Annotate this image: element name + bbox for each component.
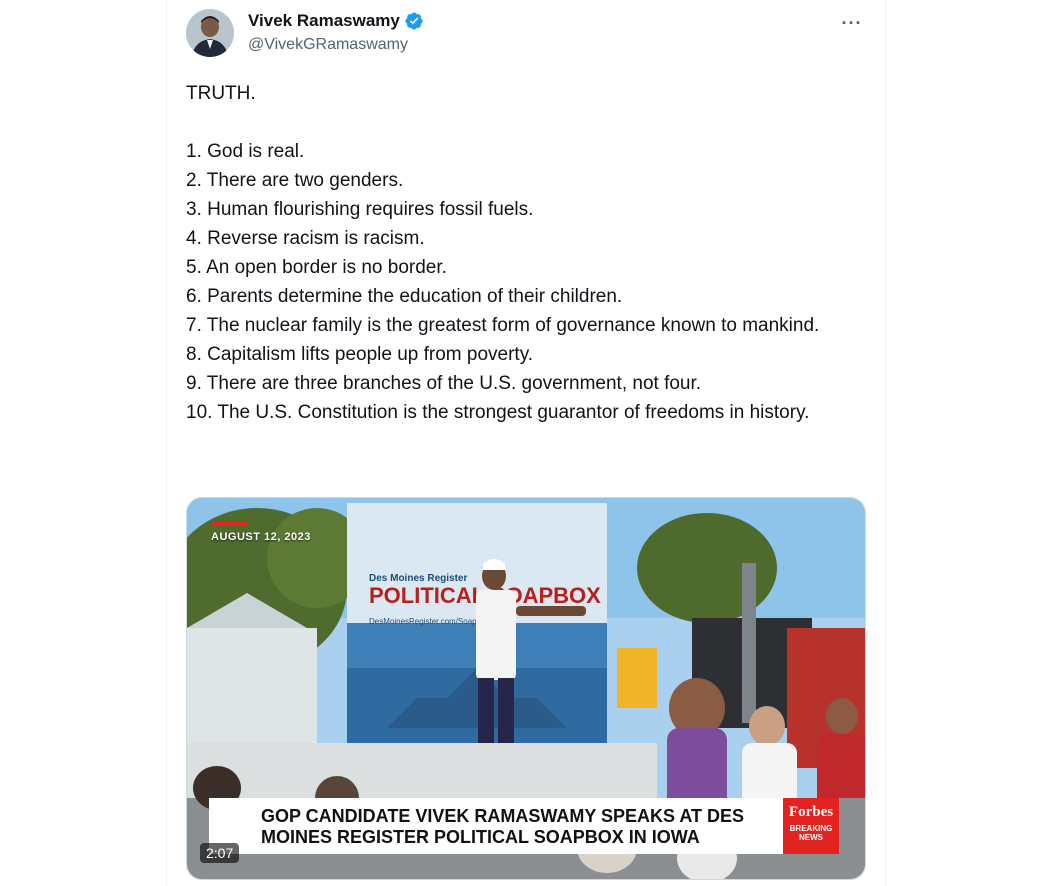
video-player[interactable]: Des Moines Register POLITICAL SOAPBOX De… bbox=[186, 497, 866, 880]
video-date-overlay: AUGUST 12, 2023 bbox=[211, 531, 311, 543]
lower-third-banner: GOP CANDIDATE VIVEK RAMASWAMY SPEAKS AT … bbox=[209, 798, 789, 854]
forbes-breaking-news-logo: Forbes BREAKING NEWS bbox=[783, 798, 839, 854]
more-options-icon[interactable]: ··· bbox=[839, 10, 865, 36]
author-avatar[interactable] bbox=[186, 9, 234, 57]
forbes-breaking-news: BREAKING NEWS bbox=[789, 824, 833, 842]
video-headline: GOP CANDIDATE VIVEK RAMASWAMY SPEAKS AT … bbox=[261, 806, 745, 847]
author-display-name[interactable]: Vivek Ramaswamy bbox=[248, 11, 400, 31]
author-handle[interactable]: @VivekGRamaswamy bbox=[248, 36, 408, 54]
tweet-card: Vivek Ramaswamy @VivekGRamaswamy ··· TRU… bbox=[166, 0, 886, 886]
date-accent-bar bbox=[211, 522, 247, 526]
verified-badge-icon bbox=[404, 11, 424, 31]
forbes-brand: Forbes bbox=[788, 804, 834, 820]
author-name-row: Vivek Ramaswamy bbox=[248, 11, 424, 31]
video-duration-badge: 2:07 bbox=[200, 843, 240, 863]
tweet-text: TRUTH. 1. God is real. 2. There are two … bbox=[186, 83, 820, 423]
banner-url-text: DesMoinesRegister.com/Soapbox bbox=[369, 617, 490, 626]
